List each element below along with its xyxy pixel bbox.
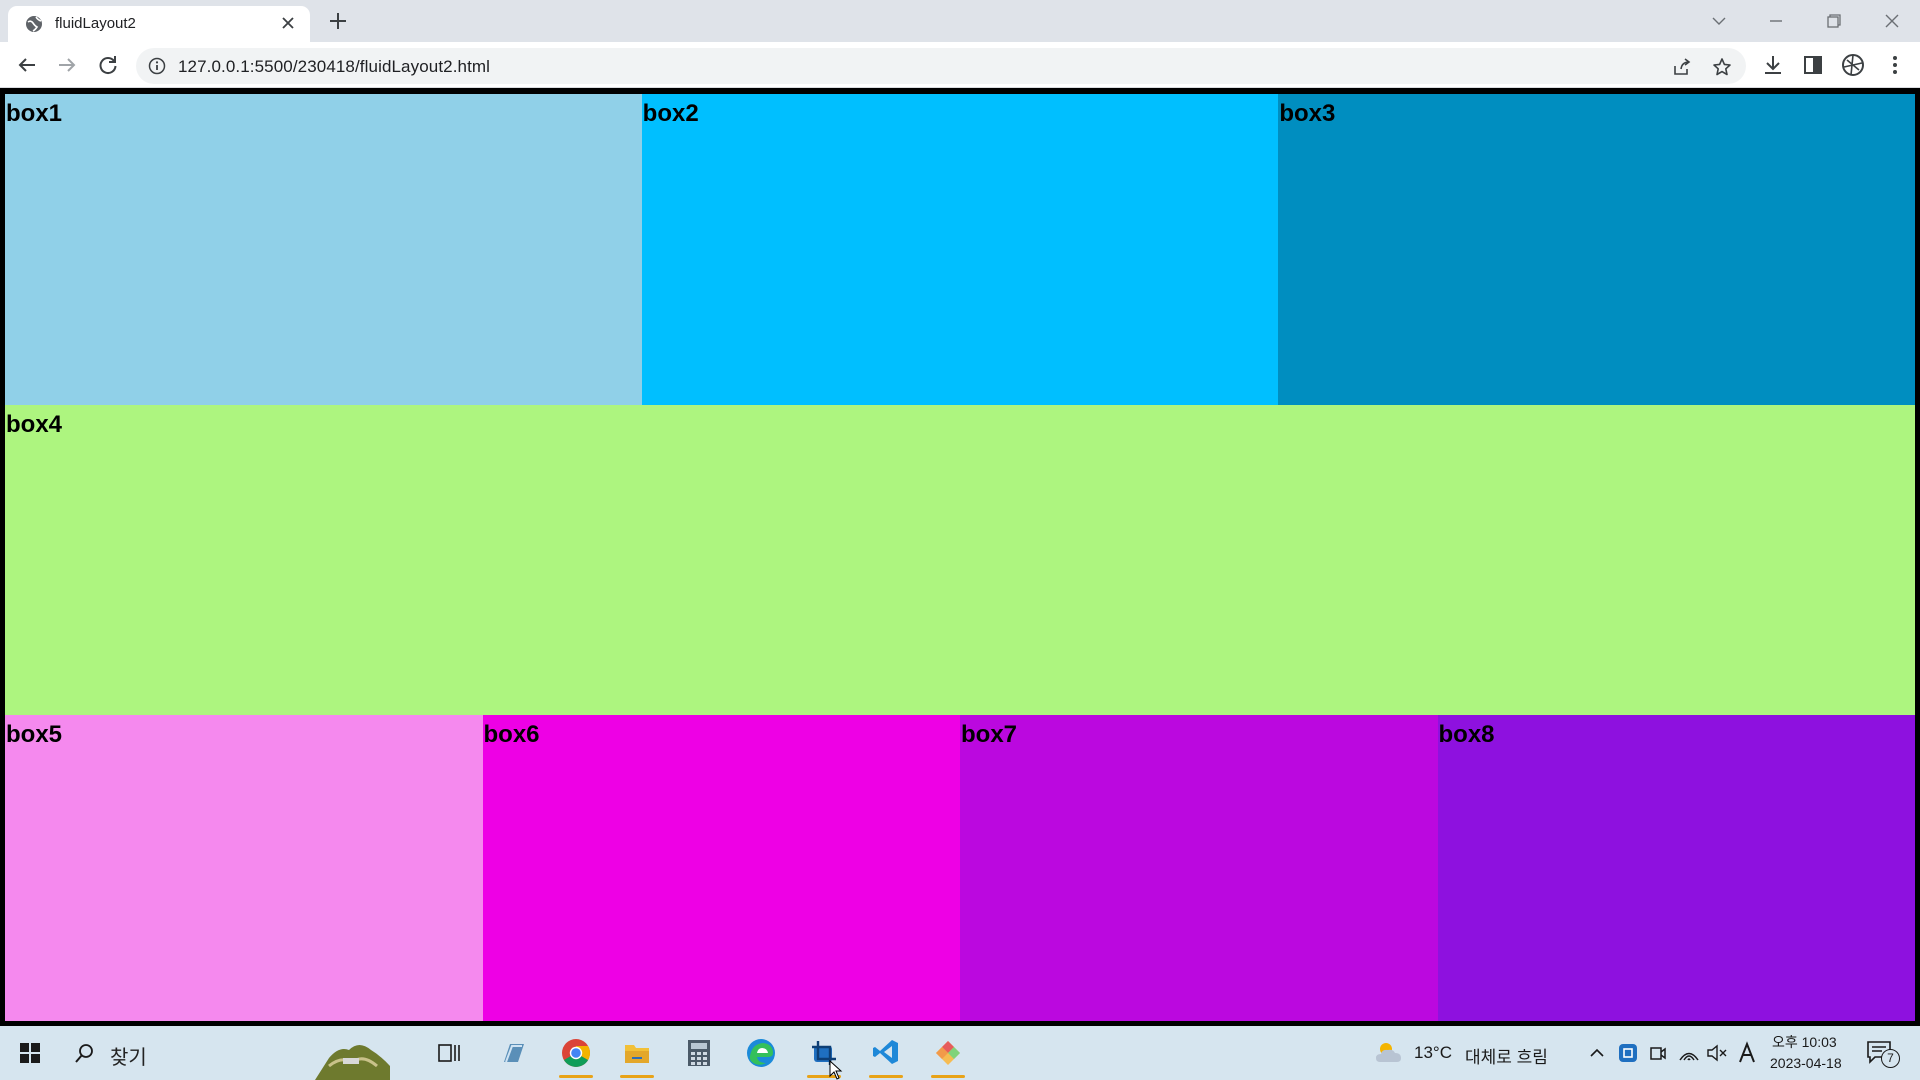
git-app[interactable]	[923, 1026, 973, 1080]
task-view-icon[interactable]	[436, 1026, 462, 1080]
box1: box1	[5, 94, 642, 405]
file-explorer-app[interactable]	[612, 1026, 662, 1080]
page-viewport: box1 box2 box3 box4 box5 box6 box7 box8	[0, 89, 1920, 1026]
wifi-icon[interactable]	[1678, 1043, 1700, 1063]
network-app-icon[interactable]	[1618, 1043, 1638, 1063]
side-panel-icon[interactable]	[1800, 52, 1826, 78]
download-icon[interactable]	[1760, 52, 1786, 78]
star-icon[interactable]	[1712, 57, 1732, 77]
edge-app[interactable]	[736, 1026, 786, 1080]
input-method-icon[interactable]	[1737, 1041, 1757, 1065]
box6: box6	[482, 715, 960, 1021]
box7: box7	[960, 715, 1438, 1021]
tab-title: fluidLayout2	[55, 15, 136, 32]
box6-label: box6	[483, 721, 540, 748]
running-indicator	[931, 1075, 965, 1078]
git-diamond-icon	[936, 1041, 960, 1065]
url-text: 127.0.0.1:5500/230418/fluidLayout2.html	[178, 57, 491, 76]
box2: box2	[641, 94, 1279, 405]
close-icon[interactable]	[278, 13, 298, 33]
box3-label: box3	[1279, 100, 1336, 127]
chrome-app[interactable]	[551, 1026, 601, 1080]
muted-speaker-icon[interactable]	[1706, 1043, 1728, 1063]
notes-app[interactable]	[488, 1026, 538, 1080]
search-label: 찾기	[110, 1047, 147, 1069]
box3: box3	[1278, 94, 1916, 405]
forward-arrow-icon[interactable]	[54, 52, 80, 78]
calculator-icon	[688, 1040, 710, 1066]
clock-time[interactable]: 오후 10:03	[1772, 1032, 1837, 1052]
weather-temperature[interactable]: 13°C	[1414, 1043, 1452, 1063]
chrome-icon	[562, 1039, 590, 1067]
vscode-icon	[873, 1040, 898, 1064]
close-window-icon[interactable]	[1879, 8, 1905, 34]
row-3: box5 box6 box7 box8	[5, 715, 1915, 1021]
globe-icon	[26, 16, 42, 32]
box5-label: box5	[6, 721, 63, 748]
new-tab-icon[interactable]	[326, 9, 350, 33]
tab-strip: fluidLayout2	[0, 0, 1920, 42]
calculator-app[interactable]	[674, 1026, 724, 1080]
search-highlight-image	[315, 1045, 390, 1080]
box1-label: box1	[6, 100, 63, 127]
reload-icon[interactable]	[95, 52, 121, 78]
info-icon[interactable]	[148, 57, 166, 75]
box2-label: box2	[642, 100, 699, 127]
chevron-up-icon[interactable]	[1587, 1044, 1607, 1062]
meet-icon[interactable]	[1648, 1043, 1668, 1063]
weather-description[interactable]: 대체로 흐림	[1465, 1043, 1548, 1068]
running-indicator	[869, 1075, 903, 1078]
box8-label: box8	[1438, 721, 1495, 748]
row-2: box4	[5, 405, 1915, 715]
minimize-icon[interactable]	[1763, 8, 1789, 34]
notification-center-button[interactable]: 7	[1866, 1040, 1900, 1070]
box7-label: box7	[961, 721, 1018, 748]
address-bar[interactable]: 127.0.0.1:5500/230418/fluidLayout2.html	[136, 48, 1746, 84]
more-menu-icon[interactable]	[1882, 52, 1908, 78]
mouse-cursor-icon	[829, 1060, 843, 1080]
box8: box8	[1437, 715, 1915, 1021]
vscode-app[interactable]	[861, 1026, 911, 1080]
back-arrow-icon[interactable]	[14, 52, 40, 78]
row-1: box1 box2 box3	[5, 94, 1916, 405]
folder-icon	[625, 1045, 649, 1063]
search-icon	[75, 1044, 93, 1063]
browser-toolbar: 127.0.0.1:5500/230418/fluidLayout2.html	[0, 42, 1920, 88]
notes-icon	[504, 1044, 524, 1063]
edge-icon	[747, 1039, 775, 1067]
fluid-container: box1 box2 box3 box4 box5 box6 box7 box8	[5, 94, 1916, 1021]
clock-date[interactable]: 2023-04-18	[1770, 1055, 1842, 1071]
restore-icon[interactable]	[1821, 8, 1847, 34]
box4: box4	[5, 405, 1915, 715]
running-indicator	[620, 1075, 654, 1078]
taskbar-search[interactable]: 찾기	[70, 1026, 390, 1080]
box4-label: box4	[6, 411, 63, 438]
running-indicator	[559, 1075, 593, 1078]
chevron-down-icon[interactable]	[1706, 8, 1732, 34]
share-icon[interactable]	[1672, 57, 1692, 77]
profile-icon[interactable]	[1840, 52, 1866, 78]
windows-start-icon[interactable]	[8, 1026, 52, 1080]
windows-taskbar: 찾기 13°C 대체로 흐림 오후 10:03 2023-04-18 7	[0, 1026, 1920, 1080]
box5: box5	[5, 715, 483, 1021]
notification-count-badge: 7	[1881, 1049, 1900, 1068]
cloudy-weather-icon[interactable]	[1374, 1040, 1404, 1066]
browser-tab[interactable]: fluidLayout2	[8, 6, 310, 42]
